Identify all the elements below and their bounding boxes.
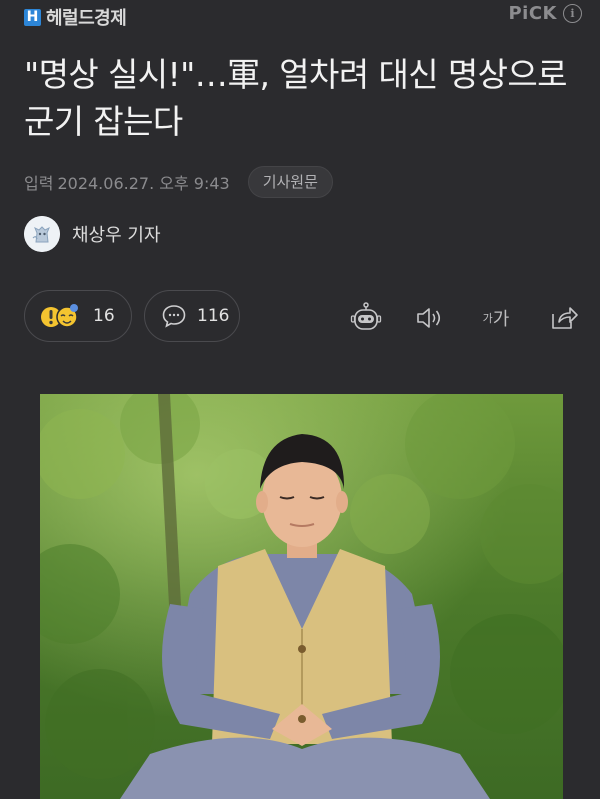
publish-date: 2024.06.27. 오후 9:43	[57, 174, 230, 193]
font-size-button[interactable]: 가가	[476, 298, 516, 338]
comment-icon	[162, 305, 186, 328]
article-photo	[40, 394, 563, 799]
article-toolbar: 가가	[346, 298, 582, 338]
input-label: 입력	[24, 174, 54, 193]
font-size-small-glyph: 가	[482, 312, 493, 325]
comment-count: 116	[197, 306, 230, 326]
reaction-button[interactable]: 16	[24, 290, 132, 342]
logo-mark-icon: H	[24, 8, 41, 26]
tts-button[interactable]	[412, 298, 448, 338]
summary-bot-button[interactable]	[346, 298, 386, 338]
info-icon[interactable]: i	[563, 4, 582, 23]
speaker-icon	[417, 308, 441, 328]
publisher-name: 헤럴드경제	[46, 8, 127, 29]
comment-button[interactable]: 116	[144, 290, 240, 342]
reporter-avatar-icon	[24, 216, 60, 252]
article-meta: 입력 2024.06.27. 오후 9:43 기사원문	[24, 166, 333, 198]
font-size-large-glyph: 가	[492, 309, 510, 330]
reporter-avatar	[24, 216, 60, 252]
pick-badge[interactable]: PiCK i	[508, 3, 582, 24]
reporter-name: 채상우 기자	[72, 225, 161, 246]
reporter[interactable]: 채상우 기자	[24, 216, 161, 252]
original-article-button[interactable]: 기사원문	[247, 166, 333, 198]
meditating-man-photo	[40, 394, 563, 799]
top-bar: H 헤럴드경제 PiCK i	[0, 0, 600, 30]
reaction-count: 16	[93, 306, 115, 326]
article-title: "명상 실시!"…軍, 얼차려 대신 명상으로 군기 잡는다	[24, 55, 568, 141]
publisher-logo[interactable]: H 헤럴드경제	[24, 4, 127, 30]
pick-label: PiCK	[508, 3, 557, 24]
share-icon	[552, 307, 578, 329]
reaction-emoji-icon	[41, 304, 78, 328]
share-button[interactable]	[546, 298, 582, 338]
robot-summary-icon	[350, 302, 382, 330]
